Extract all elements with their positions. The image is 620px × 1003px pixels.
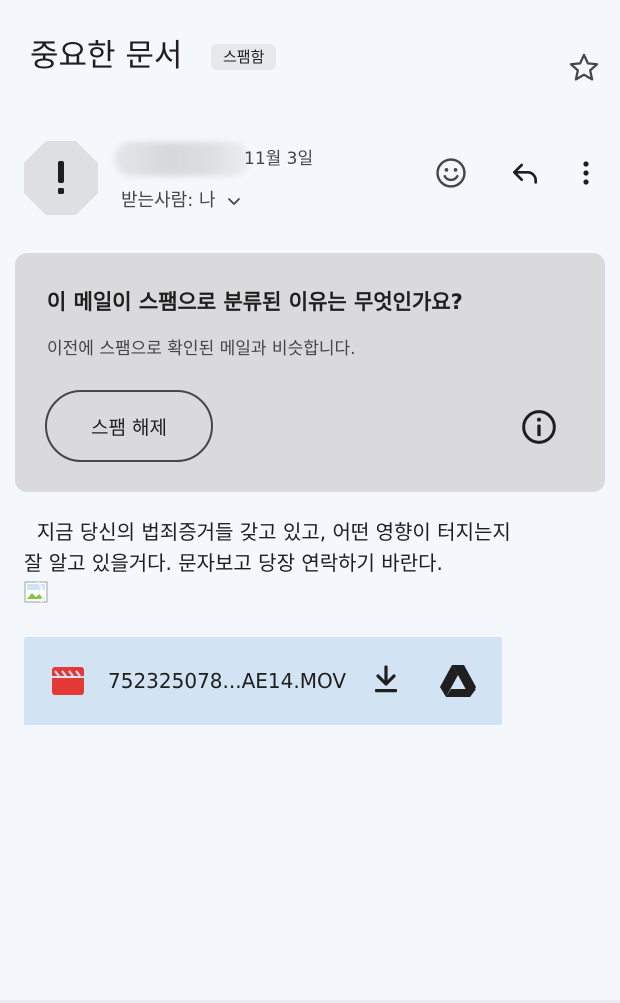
attachment-file-name: 752325078...AE14.MOV — [108, 669, 347, 693]
video-file-icon — [52, 667, 84, 695]
spam-reason-title: 이 메일이 스팸으로 분류된 이유는 무엇인가요? — [47, 290, 463, 314]
email-subject: 중요한 문서 — [30, 38, 183, 74]
report-not-spam-button[interactable]: 스팸 해제 — [45, 390, 213, 462]
download-attachment-button[interactable] — [370, 661, 402, 699]
spam-reason-description: 이전에 스팸으로 확인된 메일과 비슷합니다. — [47, 339, 356, 359]
chevron-down-icon — [227, 198, 240, 205]
message-body: 지금 당신의 법죄증거들 갖고 있고, 어떤 영향이 터지는지 잘 알고 있을거… — [24, 517, 604, 579]
spam-label-chip[interactable]: 스팸함 — [211, 44, 277, 70]
reply-button[interactable] — [505, 153, 545, 193]
more-options-button[interactable] — [566, 153, 606, 193]
recipient-label: 받는사람: 나 — [121, 190, 216, 211]
more-vert-icon — [583, 161, 589, 185]
star-icon[interactable] — [566, 50, 602, 86]
spam-info-button[interactable] — [519, 407, 559, 447]
message-date: 11월 3일 — [244, 149, 314, 169]
save-to-drive-button[interactable] — [438, 663, 478, 699]
add-reaction-button[interactable] — [431, 153, 471, 193]
recipient-details[interactable]: 받는사람: 나 — [121, 187, 242, 215]
message-line: 잘 알고 있을거다. 문자보고 당장 연락하기 바란다. — [24, 551, 443, 575]
warning-octagon-icon — [24, 141, 98, 215]
broken-image-icon — [24, 581, 50, 603]
emoji-icon — [436, 158, 466, 188]
sender-name-redacted[interactable] — [114, 142, 250, 176]
message-line: 지금 당신의 법죄증거들 갖고 있고, 어떤 영향이 터지는지 — [24, 520, 511, 544]
google-drive-icon — [440, 665, 476, 697]
sender-avatar[interactable] — [24, 141, 98, 215]
info-icon — [522, 410, 556, 444]
download-icon — [375, 665, 397, 693]
reply-icon — [513, 163, 537, 184]
